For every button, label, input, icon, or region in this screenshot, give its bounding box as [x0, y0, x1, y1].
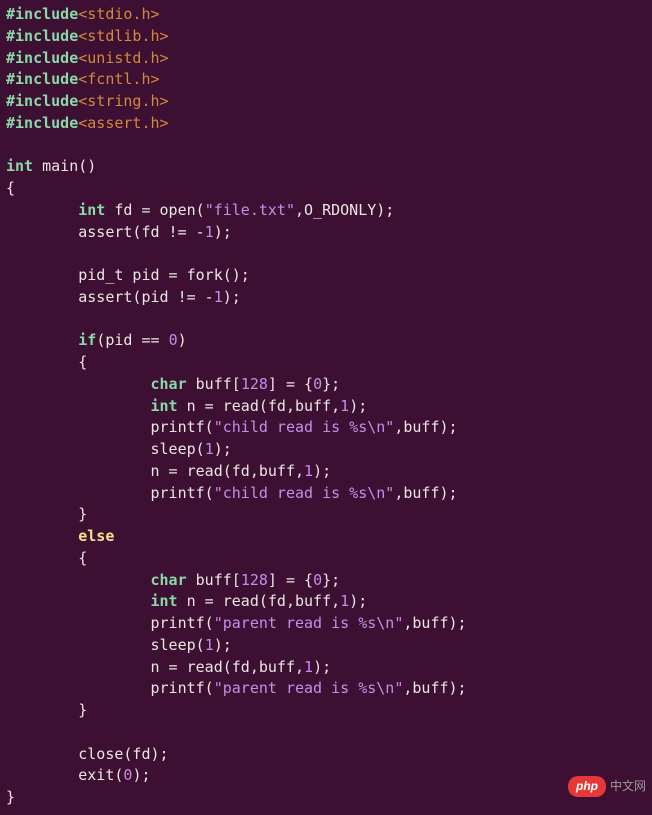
watermark-text: 中文网 [610, 778, 646, 795]
watermark: php 中文网 [568, 776, 646, 797]
watermark-pill: php [568, 776, 606, 797]
code-line: #include [6, 5, 78, 23]
code-block: #include<stdio.h> #include<stdlib.h> #in… [0, 0, 652, 813]
